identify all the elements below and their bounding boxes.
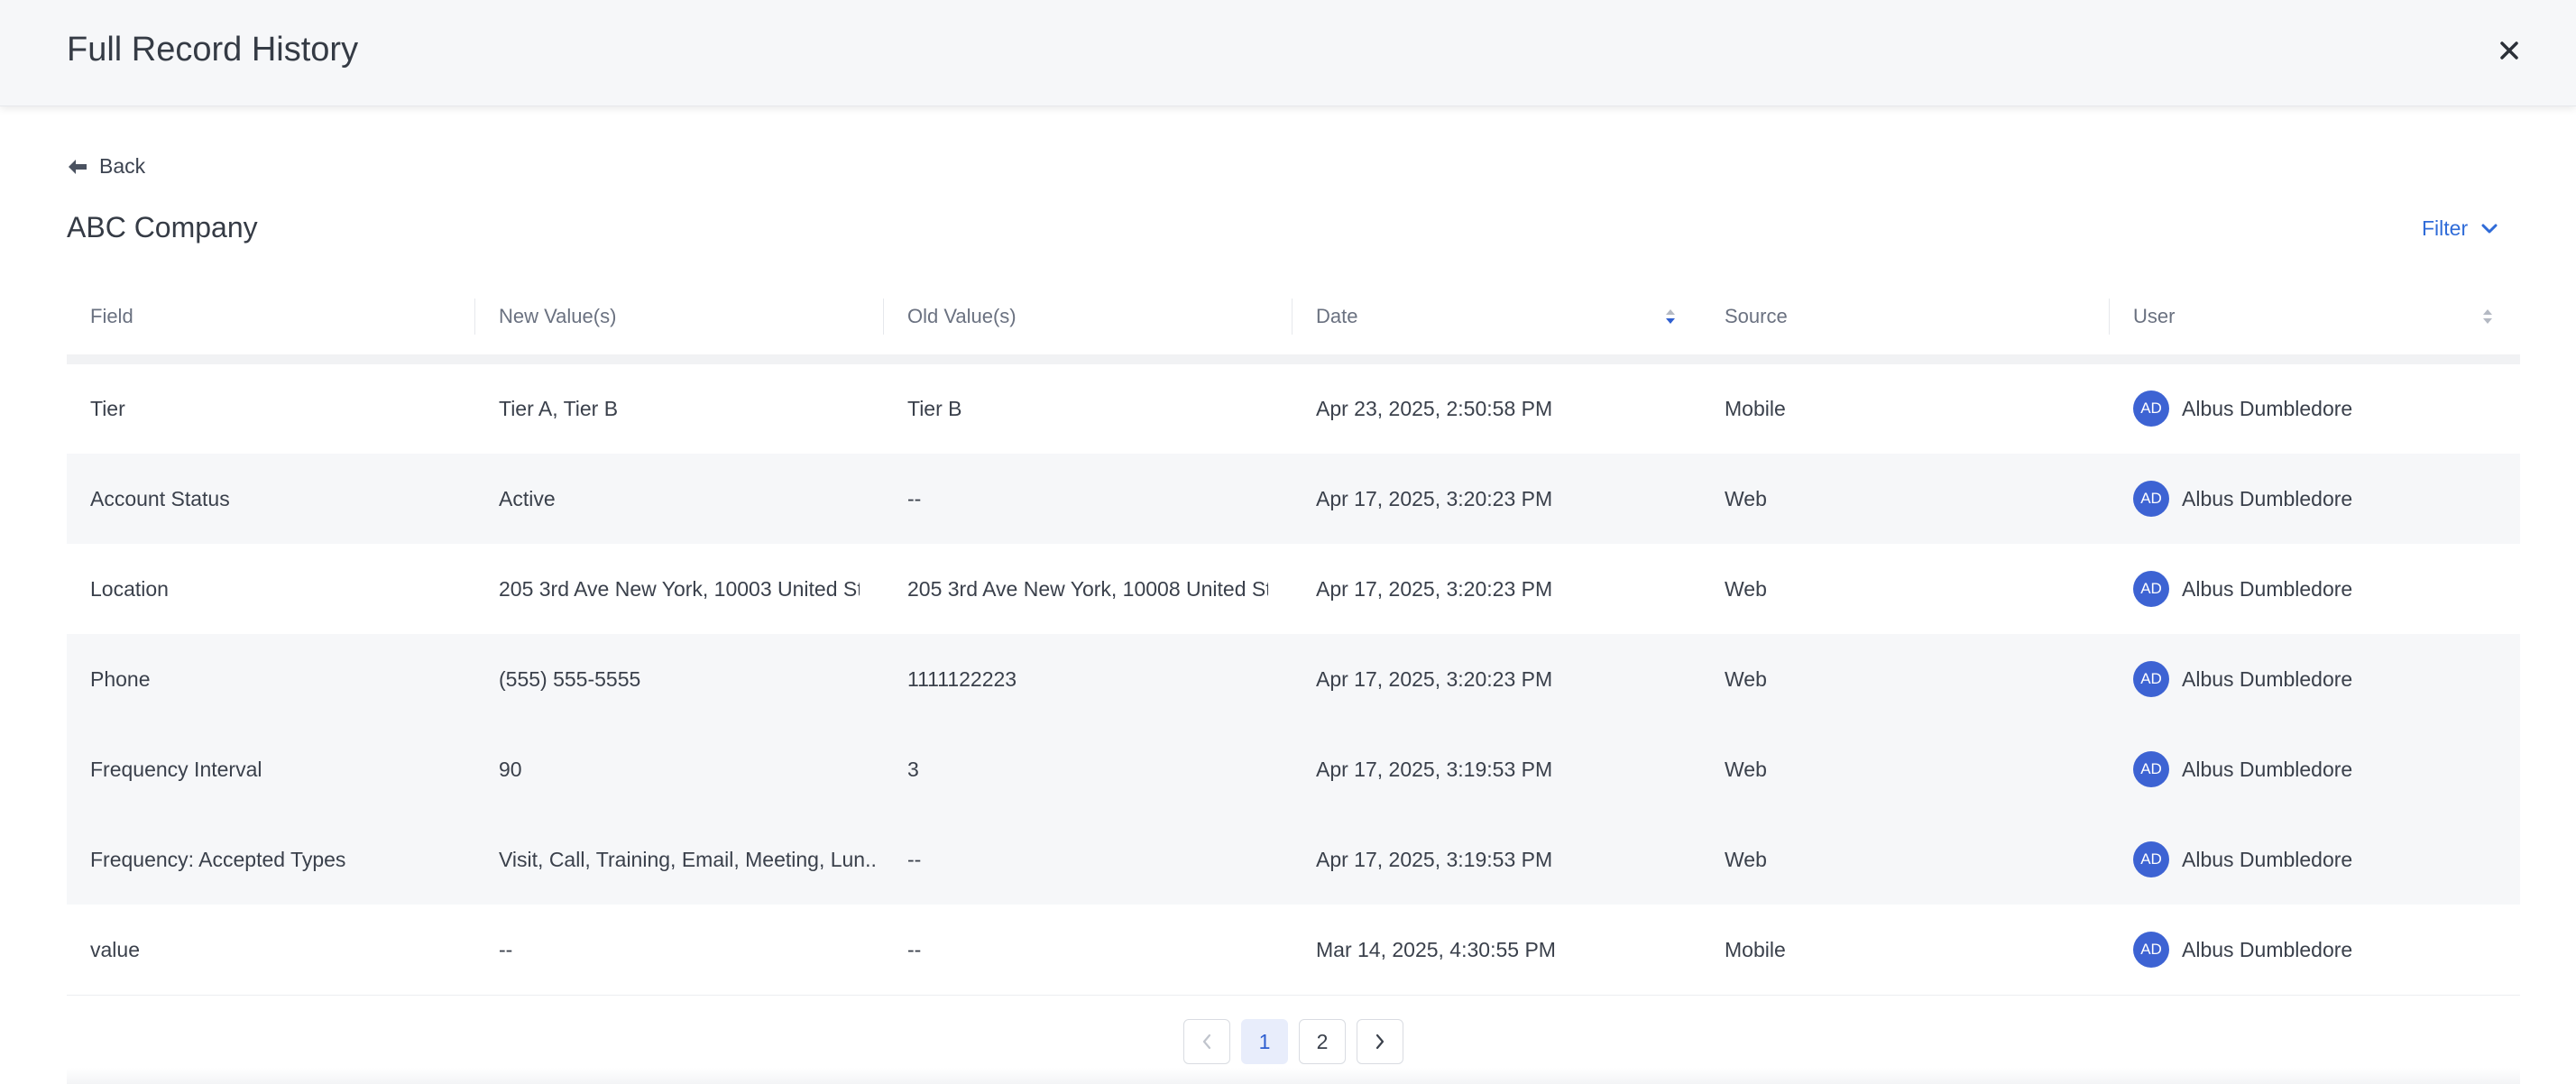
cell-user: AD Albus Dumbledore [2133,544,2512,634]
cell-date: Apr 17, 2025, 3:20:23 PM [1316,486,1553,510]
cell-old-value: 1111122223 [907,666,1017,691]
back-label: Back [99,154,146,178]
cell-date: Apr 17, 2025, 3:20:23 PM [1316,666,1553,691]
cell-new-value: Active [499,486,556,510]
table-row[interactable]: Phone (555) 555-5555 1111122223 Apr 17, … [67,634,2520,724]
table-row[interactable]: value -- -- Mar 14, 2025, 4:30:55 PM Mob… [67,905,2520,995]
user-name: Albus Dumbledore [2182,757,2353,781]
cell-old-value: 205 3rd Ave New York, 10008 United Sta [907,576,1268,601]
sort-icon[interactable] [2481,306,2494,327]
cell-source: Mobile [1725,937,1786,961]
cell-new-value: (555) 555-5555 [499,666,641,691]
column-header-old-values: Old Value(s) [907,305,1017,327]
column-divider [2109,299,2110,335]
cell-date: Apr 23, 2025, 2:50:58 PM [1316,396,1553,420]
cell-user: AD Albus Dumbledore [2133,724,2512,814]
cell-old-value: -- [907,486,922,510]
cell-field: Frequency: Accepted Types [90,847,346,871]
cell-new-value: -- [499,937,513,961]
cell-source: Web [1725,666,1767,691]
column-header-new-values: New Value(s) [499,305,617,327]
cell-user: AD Albus Dumbledore [2133,363,2512,454]
cell-user: AD Albus Dumbledore [2133,634,2512,724]
modal-title: Full Record History [67,31,359,69]
cell-new-value: Visit, Call, Training, Email, Meeting, L… [499,847,878,871]
cell-field: Frequency Interval [90,757,262,781]
table-row[interactable]: Tier Tier A, Tier B Tier B Apr 23, 2025,… [67,363,2520,454]
table-header: Field New Value(s) Old Value(s) Date Sou… [67,286,2520,347]
column-header-source: Source [1725,305,1788,327]
modal-header: Full Record History [0,0,2576,106]
cell-old-value: 3 [907,757,919,781]
cell-field: Account Status [90,486,230,510]
page-button-2[interactable]: 2 [1299,1019,1346,1064]
cell-source: Web [1725,847,1767,871]
avatar: AD [2133,390,2169,427]
chevron-left-icon [1202,1033,1211,1050]
table-bottom-divider [67,995,2520,996]
cell-date: Apr 17, 2025, 3:19:53 PM [1316,847,1553,871]
user-name: Albus Dumbledore [2182,486,2353,510]
column-divider [474,299,475,335]
user-name: Albus Dumbledore [2182,576,2353,601]
cell-source: Mobile [1725,396,1786,420]
cell-new-value: Tier A, Tier B [499,396,619,420]
user-name: Albus Dumbledore [2182,847,2353,871]
filter-dropdown[interactable]: Filter [2422,216,2498,241]
back-link[interactable]: Back [67,154,145,179]
chevron-right-icon [1375,1033,1385,1050]
avatar: AD [2133,932,2169,968]
cell-field: Location [90,576,169,601]
avatar: AD [2133,751,2169,787]
cell-field: Phone [90,666,151,691]
next-page-button[interactable] [1357,1019,1403,1064]
column-header-user[interactable]: User [2133,286,2175,347]
avatar: AD [2133,841,2169,877]
table-row[interactable]: Location 205 3rd Ave New York, 10003 Uni… [67,544,2520,634]
cell-old-value: -- [907,937,922,961]
cell-source: Web [1725,486,1767,510]
arrow-left-icon [69,159,87,174]
close-icon [2500,41,2518,60]
cell-user: AD Albus Dumbledore [2133,814,2512,905]
filter-label: Filter [2422,216,2469,240]
cell-source: Web [1725,757,1767,781]
cell-field: Tier [90,396,125,420]
cell-new-value: 205 3rd Ave New York, 10003 United Sta [499,576,860,601]
bottom-shadow [67,1068,2520,1084]
avatar: AD [2133,661,2169,697]
close-button[interactable] [2493,34,2525,67]
company-name: ABC Company [67,211,258,243]
user-name: Albus Dumbledore [2182,666,2353,691]
cell-date: Mar 14, 2025, 4:30:55 PM [1316,937,1556,961]
prev-page-button[interactable] [1183,1019,1230,1064]
column-divider [1292,299,1293,335]
cell-old-value: -- [907,847,922,871]
sort-icon[interactable] [1664,306,1677,327]
cell-user: AD Albus Dumbledore [2133,454,2512,544]
user-name: Albus Dumbledore [2182,937,2353,961]
cell-user: AD Albus Dumbledore [2133,905,2512,995]
cell-date: Apr 17, 2025, 3:19:53 PM [1316,757,1553,781]
user-name: Albus Dumbledore [2182,396,2353,420]
cell-new-value: 90 [499,757,522,781]
column-header-field: Field [90,305,133,327]
table-row[interactable]: Frequency Interval 90 3 Apr 17, 2025, 3:… [67,724,2520,814]
avatar: AD [2133,571,2169,607]
cell-old-value: Tier B [907,396,962,420]
cell-field: value [90,937,140,961]
chevron-down-icon [2481,224,2498,233]
cell-source: Web [1725,576,1767,601]
avatar: AD [2133,481,2169,517]
table-row[interactable]: Account Status Active -- Apr 17, 2025, 3… [67,454,2520,544]
table-row[interactable]: Frequency: Accepted Types Visit, Call, T… [67,814,2520,905]
page-button-1[interactable]: 1 [1241,1019,1288,1064]
column-divider [883,299,884,335]
column-header-date[interactable]: Date [1316,286,1357,347]
cell-date: Apr 17, 2025, 3:20:23 PM [1316,576,1553,601]
